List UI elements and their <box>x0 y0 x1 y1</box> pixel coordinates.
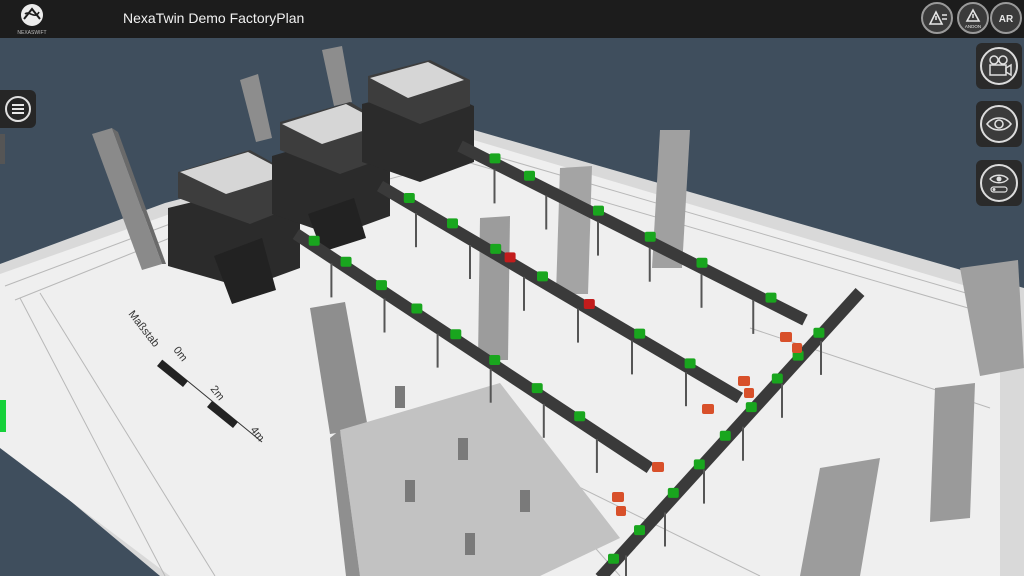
part-ok[interactable] <box>375 280 387 291</box>
part-ok[interactable] <box>308 235 320 246</box>
part-ok[interactable] <box>634 328 646 339</box>
part-ok[interactable] <box>644 231 656 242</box>
part-ok[interactable] <box>634 525 645 536</box>
andon-button[interactable]: ANDON <box>957 2 989 34</box>
alerts-button[interactable] <box>921 2 953 34</box>
part-ok[interactable] <box>765 292 777 303</box>
part-ok[interactable] <box>693 459 705 470</box>
part-ok[interactable] <box>696 257 708 268</box>
part-ok[interactable] <box>608 553 619 564</box>
factory-3d-view[interactable]: Maßstab 0m 2m 4m <box>0 38 1024 576</box>
part-ok[interactable] <box>489 355 501 366</box>
part-ok[interactable] <box>489 153 501 164</box>
ar-button[interactable]: AR <box>990 2 1022 34</box>
status-indicator <box>0 400 6 432</box>
part-ok[interactable] <box>771 373 783 384</box>
part-ok[interactable] <box>537 271 548 282</box>
visibility-settings-button[interactable] <box>976 160 1022 206</box>
part-ok[interactable] <box>447 218 458 229</box>
camera-button[interactable] <box>976 43 1022 89</box>
top-bar: NEXASWIFT NexaTwin Demo FactoryPlan ANDO… <box>0 0 1024 38</box>
part-ok[interactable] <box>531 383 543 394</box>
part-error[interactable] <box>583 298 595 309</box>
visibility-button[interactable] <box>976 101 1022 147</box>
part-ok[interactable] <box>411 303 423 314</box>
nexaswift-logo: NEXASWIFT <box>10 2 54 36</box>
part-ok[interactable] <box>745 402 757 413</box>
eye-icon <box>980 105 1018 143</box>
part-error[interactable] <box>504 252 516 263</box>
warning-list-icon <box>928 10 947 25</box>
part-ok[interactable] <box>450 329 462 340</box>
ar-icon: AR <box>999 14 1014 25</box>
machine-3 <box>362 60 474 182</box>
andon-warning-icon: ANDON <box>965 8 981 29</box>
movie-camera-icon <box>980 47 1018 85</box>
part-ok[interactable] <box>719 430 731 441</box>
part-ok[interactable] <box>340 256 352 267</box>
part-ok[interactable] <box>403 192 415 203</box>
part-ok[interactable] <box>667 487 679 498</box>
logo-text: NEXASWIFT <box>17 30 46 36</box>
part-ok[interactable] <box>593 205 604 216</box>
eye-settings-icon <box>980 164 1018 202</box>
andon-label: ANDON <box>965 24 981 29</box>
part-ok[interactable] <box>684 358 696 369</box>
menu-button[interactable] <box>0 90 36 128</box>
side-panel-tab[interactable] <box>0 134 5 164</box>
ar-label: AR <box>999 14 1014 25</box>
part-ok[interactable] <box>490 243 502 254</box>
part-ok[interactable] <box>813 327 825 338</box>
part-ok[interactable] <box>574 411 586 422</box>
hamburger-menu-icon <box>5 96 31 122</box>
app-title: NexaTwin Demo FactoryPlan <box>123 10 305 26</box>
part-ok[interactable] <box>524 170 535 181</box>
